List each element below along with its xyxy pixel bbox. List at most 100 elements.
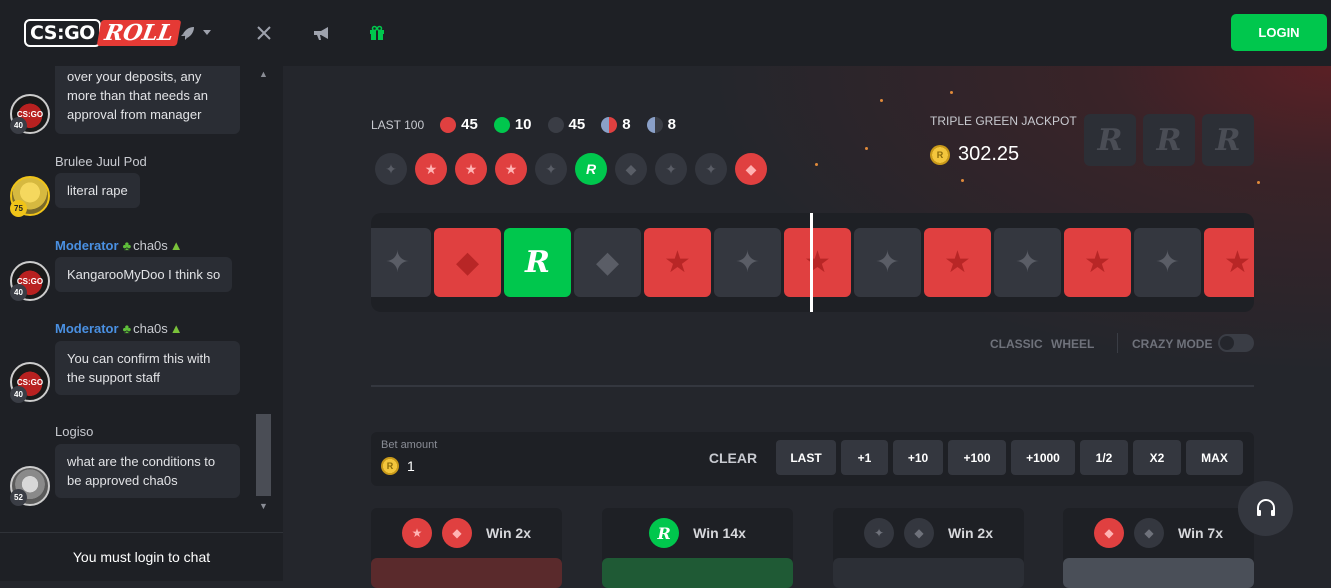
level-badge: 52 [10,489,27,506]
mode-divider [1117,333,1118,353]
fish-coin-icon: ◆ [1094,518,1124,548]
history-coin-ct-icon: ★ [415,153,447,185]
half-button[interactable]: 1/2 [1080,440,1128,475]
stat-bonus-dark: 8 [646,116,676,133]
divider [371,385,1254,387]
site-logo[interactable]: CS:GO ROLL [24,16,182,50]
chat-username[interactable]: Moderator ♣ cha0s ▲ [55,238,183,253]
login-button[interactable]: LOGIN [1231,14,1327,51]
roll-tile-fish-icon: ◆ [434,228,501,297]
last-100-stats: LAST 100 45 10 45 8 8 [371,116,676,133]
chat-username[interactable]: Moderator ♣ cha0s ▲ [55,321,183,336]
level-badge: 40 [10,117,27,134]
place-bet-button[interactable] [1063,558,1254,588]
swords-icon[interactable] [253,22,275,44]
chat-panel: over your deposits, any more than that n… [0,66,283,581]
chat-username[interactable]: Brulee Juul Pod [55,154,147,169]
level-badge: 40 [10,386,27,403]
bet-column-header: R Win 14x [602,508,793,558]
chat-message-text: literal rape [55,173,140,208]
double-button[interactable]: X2 [1133,440,1181,475]
win-multiplier: Win 2x [486,525,531,541]
ember-particle [961,179,964,182]
chat-login-notice[interactable]: You must login to chat [0,532,283,581]
plus-1-button[interactable]: +1 [841,440,888,475]
r-coin-icon: R [649,518,680,548]
support-headset-icon[interactable] [1238,481,1293,536]
roll-tile-tfish-icon: ◆ [574,228,641,297]
bet-column-header: ◆ ◆ Win 7x [1063,508,1254,558]
bonus-red-dot-icon [601,116,618,133]
bet-column-header: ✦ ◆ Win 2x [833,508,1024,558]
chat-user-name: cha0s [133,238,168,253]
bet-amount-value: 1 [407,458,415,474]
ember-particle [880,99,883,102]
roll-tile-ct-icon: ★ [1204,228,1254,297]
red-dot-icon [440,116,457,133]
crazy-mode-label: CRAZY MODE [1132,337,1213,351]
ct-coin-icon: ★ [402,518,432,548]
roll-tile-t-icon: ✦ [854,228,921,297]
level-badge: 75 [10,200,27,217]
jackpot-amount: R 302.25 [930,143,1019,166]
stat-bonus-red: 8 [601,116,631,133]
chat-username[interactable]: Logiso [55,424,93,439]
win-multiplier: Win 7x [1178,525,1223,541]
ember-particle [815,163,818,166]
scroll-up-icon[interactable]: ▲ [258,69,269,80]
turtle-icon: ▲ [169,321,183,336]
moderator-user: ♣ cha0s ▲ [123,238,183,253]
bonus-dark-dot-icon [646,116,663,133]
level-badge: 40 [10,284,27,301]
place-bet-button[interactable] [602,558,793,588]
jackpot-value: 302.25 [958,143,1020,165]
plus-100-button[interactable]: +100 [948,440,1006,475]
rocket-icon[interactable] [177,22,199,44]
chat-message-text: over your deposits, any more than that n… [55,66,240,134]
jackpot-slot-r-icon: R [1143,114,1195,166]
bet-amount-input[interactable]: R 1 [381,457,415,475]
bet-column-red: ★ ◆ Win 2x [371,508,562,588]
scroll-thumb[interactable] [256,414,271,496]
roll-tile-t-icon: ✦ [714,228,781,297]
stat-dark-count: 45 [568,116,586,133]
history-coin-t-icon: ✦ [375,153,407,185]
max-button[interactable]: MAX [1186,440,1243,475]
roll-tile-ct-icon: ★ [924,228,991,297]
ember-particle [1257,181,1260,184]
mode-classic[interactable]: CLASSIC [990,337,1043,351]
plus-10-button[interactable]: +10 [893,440,943,475]
mode-wheel[interactable]: WHEEL [1051,337,1094,351]
roll-tile-t-icon: ✦ [371,228,431,297]
fish-coin-icon: ◆ [442,518,472,548]
moderator-label: Moderator [55,238,119,253]
gift-icon[interactable] [366,22,388,44]
moderator-label: Moderator [55,321,119,336]
jackpot-label: TRIPLE GREEN JACKPOT [930,114,1077,128]
history-coin-t-icon: ✦ [535,153,567,185]
roll-tile-g-icon: R [504,228,571,297]
stat-green-count: 10 [514,116,532,133]
place-bet-button[interactable] [371,558,562,588]
turtle-icon: ▲ [169,238,183,253]
history-coin-ct-icon: ★ [495,153,527,185]
crazy-mode-toggle[interactable] [1218,334,1254,352]
roll-marker [810,213,813,312]
moderator-user: ♣ cha0s ▲ [123,321,183,336]
chat-message-text: KangarooMyDoo I think so [55,257,233,292]
roll-tile-t-icon: ✦ [1134,228,1201,297]
history-coin-t-icon: ✦ [695,153,727,185]
scroll-down-icon[interactable]: ▼ [258,501,269,512]
last-100-label: LAST 100 [371,117,425,132]
plus-1000-button[interactable]: +1000 [1011,440,1075,475]
chat-scrollbar[interactable]: ▲ ▼ [255,66,272,518]
chevron-down-icon[interactable] [200,22,214,44]
bet-column-dark: ✦ ◆ Win 2x [833,508,1024,588]
last-button[interactable]: LAST [776,440,836,475]
place-bet-button[interactable] [833,558,1024,588]
stat-red-count: 45 [461,116,478,133]
clear-button[interactable]: CLEAR [701,440,765,476]
stat-bonus-dark-count: 8 [667,116,676,133]
megaphone-icon[interactable] [310,22,332,44]
fish-coin-icon: ◆ [904,518,934,548]
